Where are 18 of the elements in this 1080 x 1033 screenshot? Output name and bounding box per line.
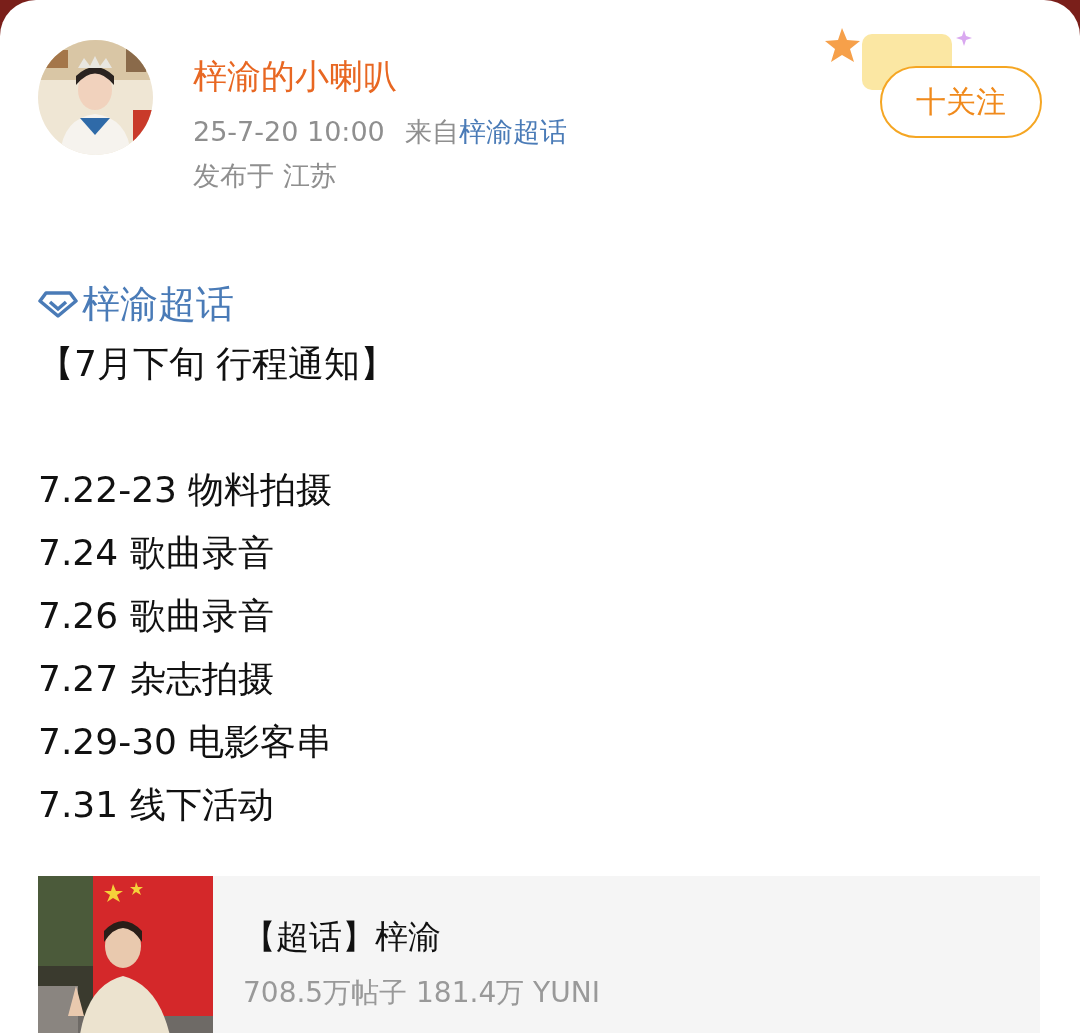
follow-button[interactable]: 十关注 [880, 66, 1042, 138]
source-label: 来自 [404, 115, 459, 149]
source-link[interactable]: 梓渝超话 [458, 110, 567, 154]
schedule-line: 7.29-30 电影客串 [38, 720, 334, 764]
schedule-line: 7.24 歌曲录音 [38, 531, 275, 575]
post-time: 25-7-20 10:00 [193, 115, 385, 149]
topic-title: 【超话】梓渝 [243, 916, 442, 958]
schedule-line: 7.31 线下活动 [38, 783, 275, 827]
diamond-icon [38, 290, 78, 318]
topic-link[interactable]: 梓渝超话 [82, 278, 234, 330]
topic-card[interactable]: 【超话】梓渝 708.5万帖子 181.4万 YUNI [38, 876, 1040, 1033]
schedule-line: 7.27 杂志拍摄 [38, 657, 275, 701]
location-text: 发布于 江苏 [193, 159, 338, 193]
author-name[interactable]: 梓渝的小喇叭 [193, 52, 567, 100]
schedule-line: 7.22-23 物料拍摄 [38, 468, 334, 512]
topic-stats: 708.5万帖子 181.4万 YUNI [243, 975, 600, 1011]
schedule-line: 7.26 歌曲录音 [38, 594, 275, 638]
post-heading: 【7月下旬 行程通知】 [38, 342, 398, 386]
